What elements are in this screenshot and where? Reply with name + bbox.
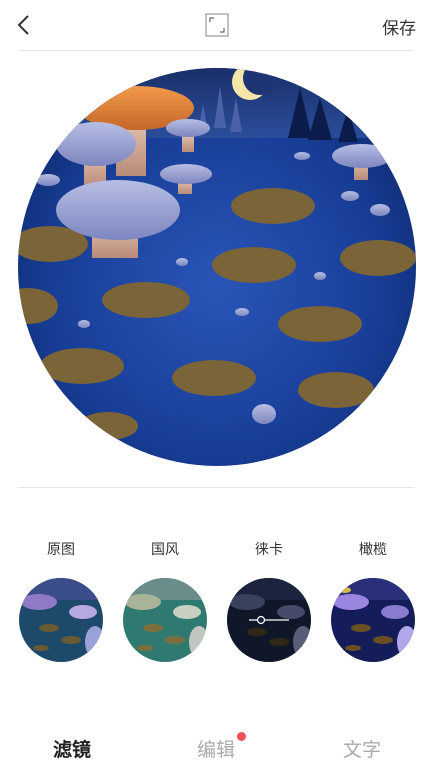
filter-label: 徕卡 xyxy=(255,542,283,558)
filter-thumbnail xyxy=(19,578,103,662)
crop-frame-icon xyxy=(205,13,229,37)
top-bar: 保存 xyxy=(0,0,434,50)
save-button[interactable]: 保存 xyxy=(382,14,416,39)
filter-label: 原图 xyxy=(47,542,75,558)
mushroom-forest-image xyxy=(18,68,416,466)
photo-preview xyxy=(18,68,416,466)
bottom-tabs: 滤镜 编辑 文字 xyxy=(0,725,434,769)
filter-thumbnail xyxy=(227,578,311,662)
filter-preview-image xyxy=(19,578,103,662)
tab-text[interactable]: 文字 xyxy=(343,735,381,762)
filter-strip: 原图 国风 徕卡 橄榄 xyxy=(0,540,434,680)
tab-filter[interactable]: 滤镜 xyxy=(53,735,91,762)
back-button[interactable] xyxy=(12,10,40,40)
chevron-left-icon xyxy=(17,15,29,35)
filter-original[interactable]: 原图 xyxy=(19,540,103,662)
aspect-frame-button[interactable] xyxy=(205,13,229,37)
filter-leica[interactable]: 徕卡 xyxy=(227,540,311,662)
filter-guofeng[interactable]: 国风 xyxy=(123,540,207,662)
notification-dot xyxy=(237,732,246,741)
tab-edit[interactable]: 编辑 xyxy=(197,735,235,762)
top-divider xyxy=(18,50,414,51)
filter-label: 国风 xyxy=(151,542,179,558)
filter-olive[interactable]: 橄榄 xyxy=(331,540,415,662)
filter-preview-image xyxy=(123,578,207,662)
photo-divider xyxy=(18,487,414,488)
slider-adjust-icon xyxy=(249,615,289,625)
filter-preview-image xyxy=(331,578,415,662)
filter-thumbnail xyxy=(331,578,415,662)
filter-thumbnail xyxy=(123,578,207,662)
filter-label: 橄榄 xyxy=(359,542,387,558)
